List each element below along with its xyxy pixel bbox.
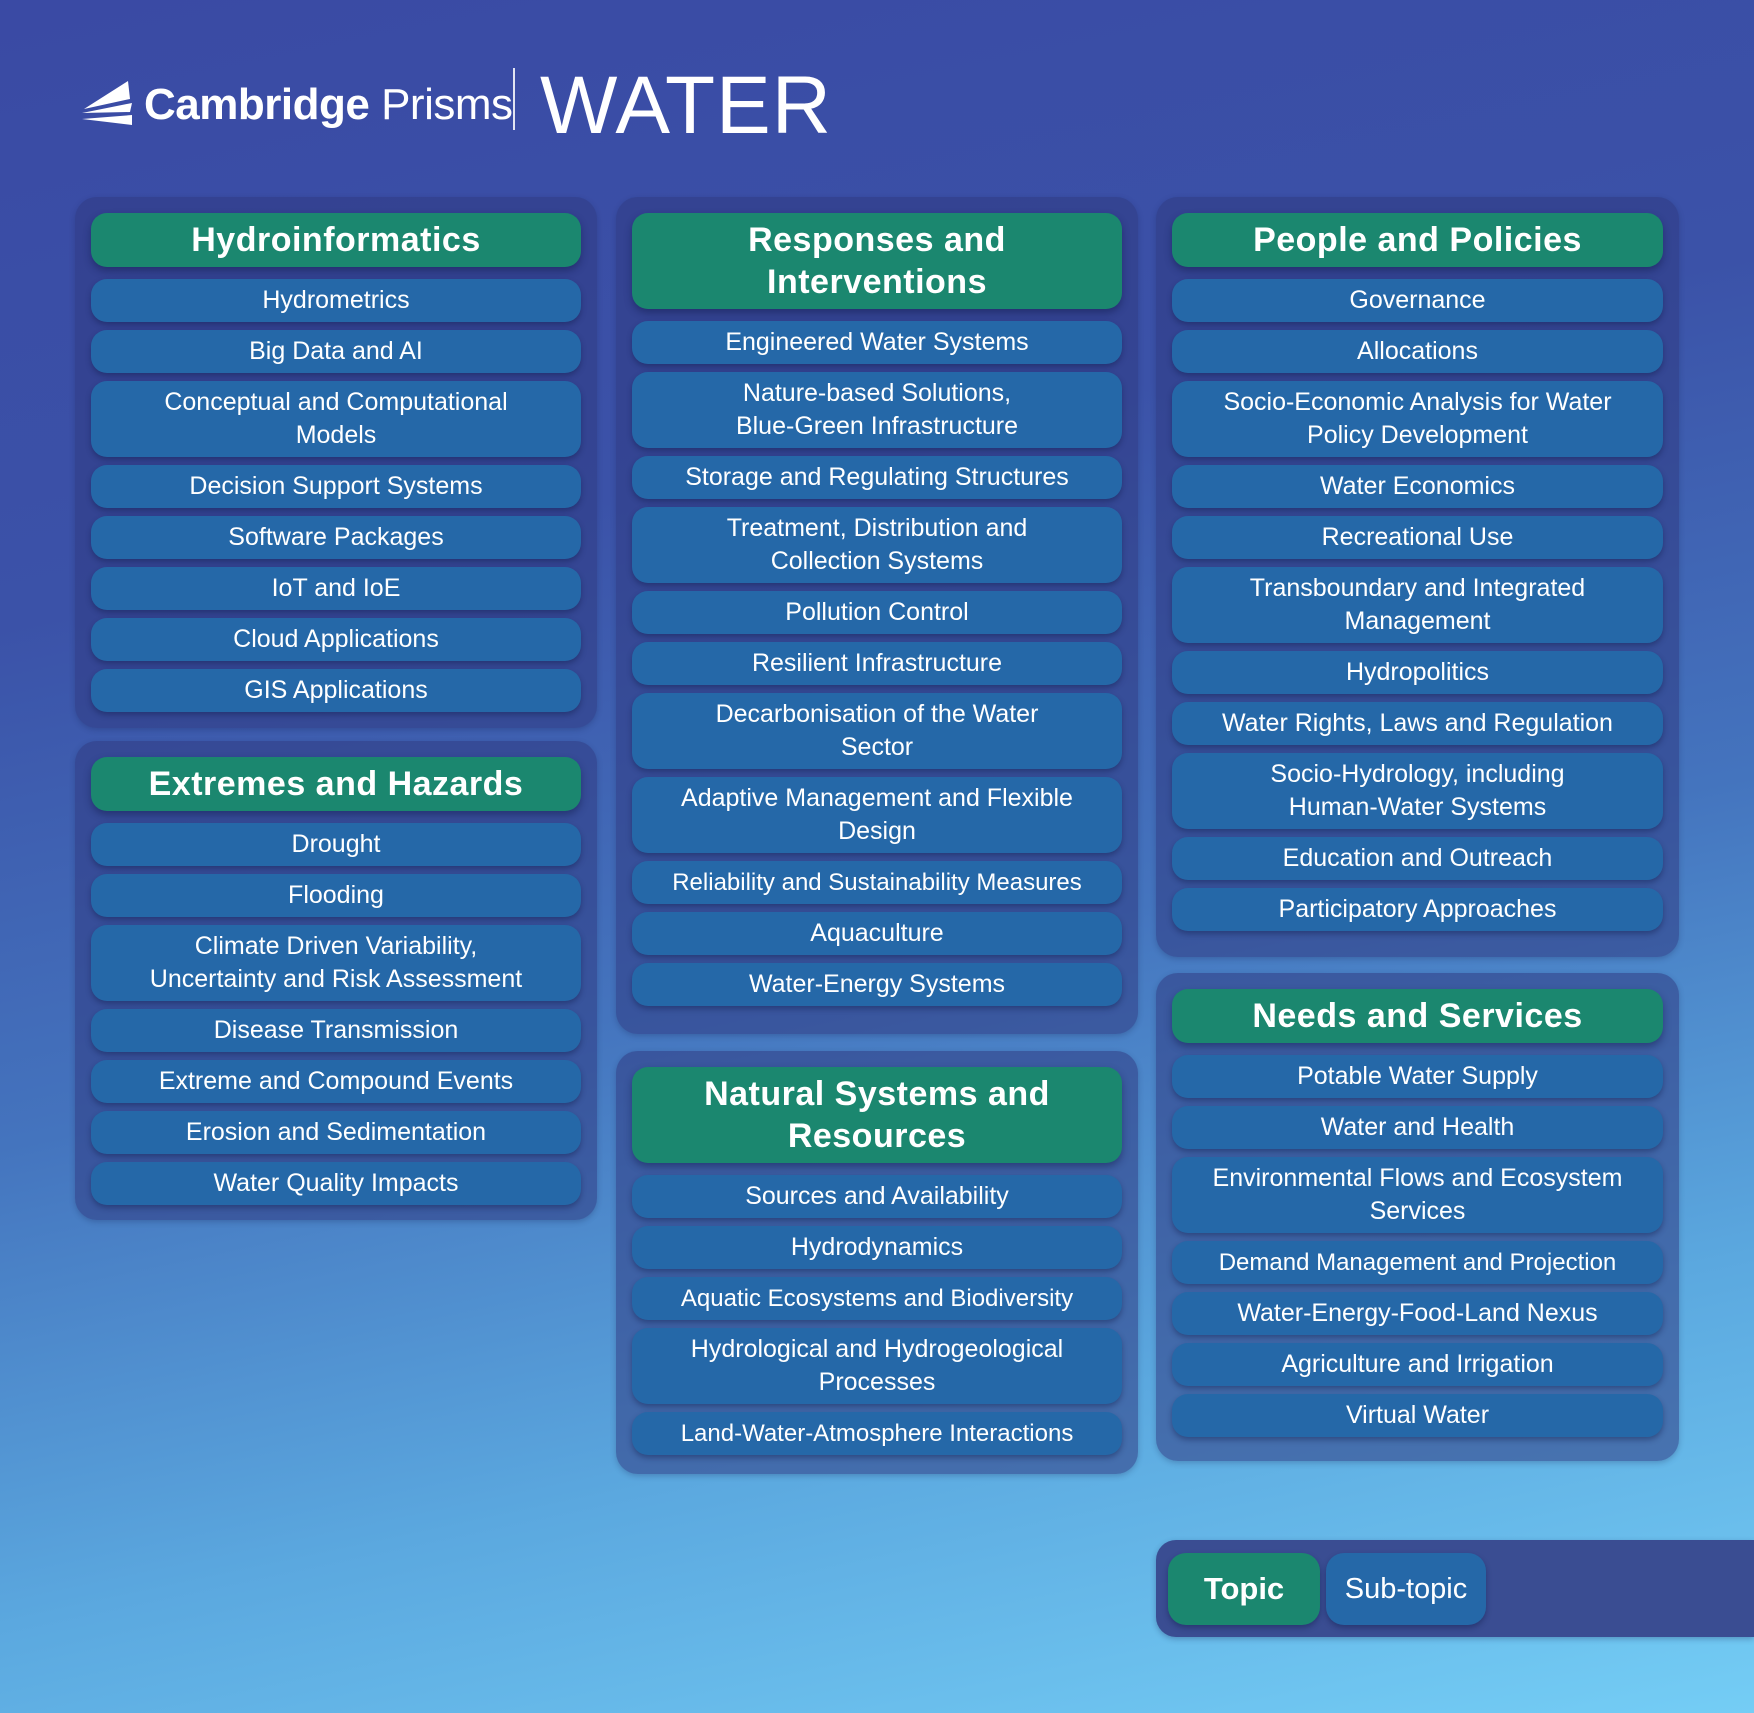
topic-people-policies: People and Policies xyxy=(1172,213,1663,267)
subtopic: Erosion and Sedimentation xyxy=(91,1111,581,1154)
subtopic: Potable Water Supply xyxy=(1172,1055,1663,1098)
panel-natural-systems: Natural Systems and Resources Sources an… xyxy=(616,1051,1138,1474)
topic-natural-systems: Natural Systems and Resources xyxy=(632,1067,1122,1163)
legend-subtopic: Sub-topic xyxy=(1326,1553,1486,1625)
brand-first: Cambridge xyxy=(144,80,370,129)
subtopic: Land-Water-Atmosphere Interactions xyxy=(632,1412,1122,1455)
subtopic: Engineered Water Systems xyxy=(632,321,1122,364)
subtopic: Virtual Water xyxy=(1172,1394,1663,1437)
subtopic: Storage and Regulating Structures xyxy=(632,456,1122,499)
subtopic: Water Quality Impacts xyxy=(91,1162,581,1205)
subtopic: Reliability and Sustainability Measures xyxy=(632,861,1122,904)
panel-responses: Responses and Interventions Engineered W… xyxy=(616,197,1138,1034)
subtopic: Disease Transmission xyxy=(91,1009,581,1052)
subtopic: Transboundary and Integrated Management xyxy=(1172,567,1663,643)
subtopic: Socio-Hydrology, including Human-Water S… xyxy=(1172,753,1663,829)
subtopic: GIS Applications xyxy=(91,669,581,712)
legend: Topic Sub-topic xyxy=(1156,1540,1754,1637)
subtopic: Conceptual and Computational Models xyxy=(91,381,581,457)
subtopic: Adaptive Management and Flexible Design xyxy=(632,777,1122,853)
subtopic: Water Economics xyxy=(1172,465,1663,508)
subtopic: Flooding xyxy=(91,874,581,917)
subtopic: Big Data and AI xyxy=(91,330,581,373)
subtopic: Agriculture and Irrigation xyxy=(1172,1343,1663,1386)
topic-responses-interventions: Responses and Interventions xyxy=(632,213,1122,309)
cambridge-prisms-logo: Cambridge Prisms xyxy=(80,70,513,140)
subtopic: Nature-based Solutions, Blue-Green Infra… xyxy=(632,372,1122,448)
subtopic: Education and Outreach xyxy=(1172,837,1663,880)
subtopic: IoT and IoE xyxy=(91,567,581,610)
subtopic: Climate Driven Variability, Uncertainty … xyxy=(91,925,581,1001)
subtopic: Governance xyxy=(1172,279,1663,322)
subtopic: Socio-Economic Analysis for Water Policy… xyxy=(1172,381,1663,457)
brand-name: Cambridge Prisms xyxy=(144,80,513,130)
subtopic: Resilient Infrastructure xyxy=(632,642,1122,685)
subtopic: Drought xyxy=(91,823,581,866)
subtopic: Treatment, Distribution and Collection S… xyxy=(632,507,1122,583)
subtopic: Water-Energy Systems xyxy=(632,963,1122,1006)
panel-people-policies: People and Policies Governance Allocatio… xyxy=(1156,197,1679,957)
subtopic: Aquaculture xyxy=(632,912,1122,955)
subtopic: Hydrometrics xyxy=(91,279,581,322)
subtopic: Software Packages xyxy=(91,516,581,559)
page-title: WATER xyxy=(540,60,832,151)
brand-second: Prisms xyxy=(381,80,513,129)
topic-needs-services: Needs and Services xyxy=(1172,989,1663,1043)
subtopic: Pollution Control xyxy=(632,591,1122,634)
subtopic: Hydrodynamics xyxy=(632,1226,1122,1269)
subtopic: Hydropolitics xyxy=(1172,651,1663,694)
subtopic: Cloud Applications xyxy=(91,618,581,661)
subtopic: Extreme and Compound Events xyxy=(91,1060,581,1103)
topic-hydroinformatics: Hydroinformatics xyxy=(91,213,581,267)
subtopic: Environmental Flows and Ecosystem Servic… xyxy=(1172,1157,1663,1233)
prism-logo-icon xyxy=(82,81,132,125)
subtopic: Hydrological and Hydrogeological Process… xyxy=(632,1328,1122,1404)
subtopic: Decision Support Systems xyxy=(91,465,581,508)
subtopic: Decarbonisation of the Water Sector xyxy=(632,693,1122,769)
subtopic: Allocations xyxy=(1172,330,1663,373)
legend-topic: Topic xyxy=(1168,1553,1320,1625)
panel-hydroinformatics: Hydroinformatics Hydrometrics Big Data a… xyxy=(75,197,597,728)
panel-needs-services: Needs and Services Potable Water Supply … xyxy=(1156,973,1679,1461)
topic-extremes-hazards: Extremes and Hazards xyxy=(91,757,581,811)
subtopic: Water Rights, Laws and Regulation xyxy=(1172,702,1663,745)
subtopic: Participatory Approaches xyxy=(1172,888,1663,931)
subtopic: Sources and Availability xyxy=(632,1175,1122,1218)
subtopic: Aquatic Ecosystems and Biodiversity xyxy=(632,1277,1122,1320)
header-divider xyxy=(513,68,515,130)
subtopic: Water and Health xyxy=(1172,1106,1663,1149)
subtopic: Demand Management and Projection xyxy=(1172,1241,1663,1284)
subtopic: Recreational Use xyxy=(1172,516,1663,559)
subtopic: Water-Energy-Food-Land Nexus xyxy=(1172,1292,1663,1335)
panel-extremes: Extremes and Hazards Drought Flooding Cl… xyxy=(75,741,597,1220)
